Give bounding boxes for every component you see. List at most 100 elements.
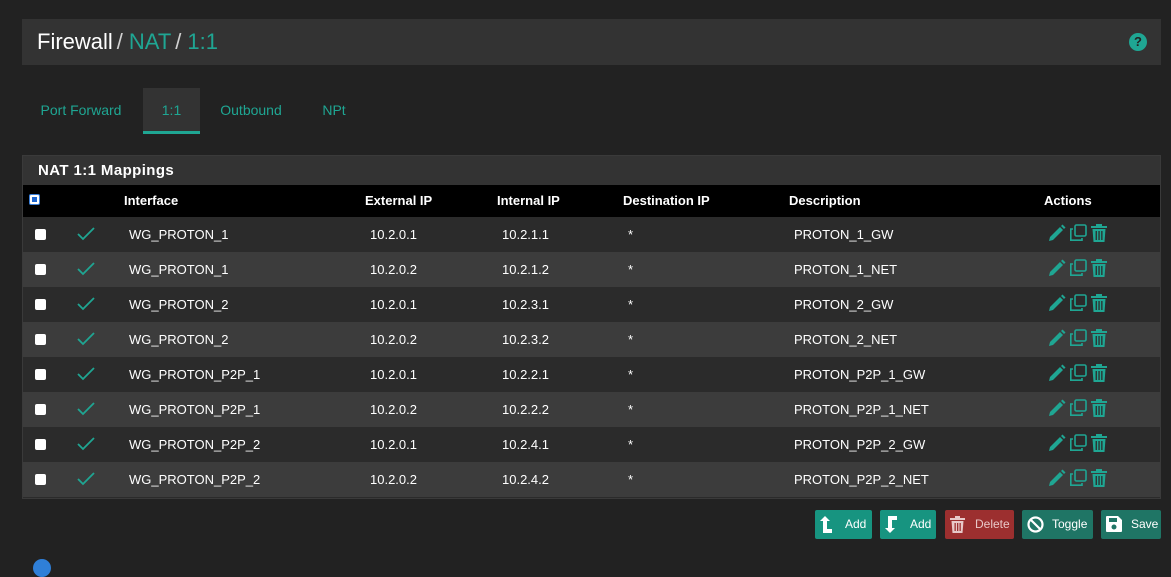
- cell-external-ip: 10.2.0.1: [370, 367, 417, 382]
- delete-trash-icon[interactable]: [1091, 329, 1107, 347]
- delete-label: Delete: [975, 517, 1010, 531]
- copy-icon[interactable]: [1069, 224, 1087, 242]
- save-button[interactable]: Save: [1101, 510, 1161, 539]
- tab-port-forward[interactable]: Port Forward: [34, 88, 128, 134]
- edit-pencil-icon[interactable]: [1048, 224, 1066, 242]
- tab-one-to-one[interactable]: 1:1: [143, 88, 200, 134]
- col-external-ip[interactable]: External IP: [365, 185, 432, 217]
- cell-internal-ip: 10.2.2.1: [502, 367, 549, 382]
- table-row[interactable]: WG_PROTON_P2P_1 10.2.0.1 10.2.2.1 * PROTON_P…: [23, 357, 1160, 392]
- toggle-button[interactable]: Toggle: [1022, 510, 1093, 539]
- cell-external-ip: 10.2.0.2: [370, 402, 417, 417]
- cell-interface: WG_PROTON_1: [129, 227, 229, 242]
- table-row[interactable]: WG_PROTON_P2P_2 10.2.0.1 10.2.4.1 * PROTON_P…: [23, 427, 1160, 462]
- edit-pencil-icon[interactable]: [1048, 294, 1066, 312]
- table-row[interactable]: WG_PROTON_2 10.2.0.1 10.2.3.1 * PROTON_2_GW: [23, 287, 1160, 322]
- table-row[interactable]: WG_PROTON_1 10.2.0.2 10.2.1.2 * PROTON_1_NET: [23, 252, 1160, 287]
- cell-interface: WG_PROTON_P2P_2: [129, 437, 261, 452]
- col-interface[interactable]: Interface: [124, 185, 178, 217]
- cell-destination-ip: *: [628, 437, 634, 452]
- row-checkbox[interactable]: [35, 439, 46, 450]
- cell-destination-ip: *: [628, 332, 634, 347]
- toggle-label: Toggle: [1052, 517, 1088, 531]
- col-destination-ip[interactable]: Destination IP: [623, 185, 710, 217]
- cell-destination-ip: *: [628, 402, 634, 417]
- enabled-check-icon[interactable]: [77, 332, 95, 346]
- edit-pencil-icon[interactable]: [1048, 329, 1066, 347]
- delete-trash-icon[interactable]: [1091, 469, 1107, 487]
- cell-destination-ip: *: [628, 262, 634, 277]
- cell-description: PROTON_1_GW: [794, 227, 894, 242]
- cell-description: PROTON_P2P_1_GW: [794, 367, 926, 382]
- arrow-turn-up-icon: [820, 516, 832, 533]
- cell-interface: WG_PROTON_1: [129, 262, 229, 277]
- row-checkbox[interactable]: [35, 264, 46, 275]
- col-internal-ip[interactable]: Internal IP: [497, 185, 560, 217]
- question-circle-icon[interactable]: ?: [1129, 33, 1147, 51]
- delete-trash-icon[interactable]: [1091, 224, 1107, 242]
- cell-internal-ip: 10.2.1.2: [502, 262, 549, 277]
- cell-internal-ip: 10.2.3.2: [502, 332, 549, 347]
- enabled-check-icon[interactable]: [77, 262, 95, 276]
- cell-external-ip: 10.2.0.1: [370, 297, 417, 312]
- cell-destination-ip: *: [628, 227, 634, 242]
- cell-destination-ip: *: [628, 367, 634, 382]
- table-header: Interface External IP Internal IP Destin…: [23, 185, 1160, 217]
- copy-icon[interactable]: [1069, 259, 1087, 277]
- enabled-check-icon[interactable]: [77, 402, 95, 416]
- cell-internal-ip: 10.2.4.2: [502, 472, 549, 487]
- cell-description: PROTON_2_NET: [794, 332, 898, 347]
- enabled-check-icon[interactable]: [77, 227, 95, 241]
- table-row[interactable]: WG_PROTON_1 10.2.0.1 10.2.1.1 * PROTON_1_GW: [23, 217, 1160, 252]
- edit-pencil-icon[interactable]: [1048, 364, 1066, 382]
- table-row[interactable]: WG_PROTON_P2P_2 10.2.0.2 10.2.4.2 * PROTON_P…: [23, 462, 1160, 497]
- cell-description: PROTON_1_NET: [794, 262, 898, 277]
- tab-npt[interactable]: NPt: [314, 88, 354, 134]
- enabled-check-icon[interactable]: [77, 437, 95, 451]
- breadcrumb-one-to-one[interactable]: 1:1: [187, 29, 218, 54]
- delete-trash-icon[interactable]: [1091, 399, 1107, 417]
- breadcrumb-nat[interactable]: NAT: [129, 29, 171, 54]
- row-checkbox[interactable]: [35, 369, 46, 380]
- table-body: WG_PROTON_1 10.2.0.1 10.2.1.1 * PROTON_1_GW W…: [23, 217, 1160, 497]
- panel-title: NAT 1:1 Mappings: [23, 156, 1160, 185]
- select-all-checkbox[interactable]: [29, 194, 40, 205]
- copy-icon[interactable]: [1069, 294, 1087, 312]
- copy-icon[interactable]: [1069, 329, 1087, 347]
- tab-outbound[interactable]: Outbound: [214, 88, 288, 134]
- cell-external-ip: 10.2.0.1: [370, 437, 417, 452]
- cell-internal-ip: 10.2.2.2: [502, 402, 549, 417]
- edit-pencil-icon[interactable]: [1048, 469, 1066, 487]
- col-description[interactable]: Description: [789, 185, 861, 217]
- enabled-check-icon[interactable]: [77, 472, 95, 486]
- row-checkbox[interactable]: [35, 229, 46, 240]
- add-bottom-button[interactable]: Add: [880, 510, 936, 539]
- copy-icon[interactable]: [1069, 434, 1087, 452]
- row-checkbox[interactable]: [35, 334, 46, 345]
- info-icon[interactable]: [33, 559, 51, 577]
- row-checkbox[interactable]: [35, 299, 46, 310]
- enabled-check-icon[interactable]: [77, 297, 95, 311]
- row-checkbox[interactable]: [35, 474, 46, 485]
- edit-pencil-icon[interactable]: [1048, 434, 1066, 452]
- delete-trash-icon[interactable]: [1091, 294, 1107, 312]
- delete-trash-icon[interactable]: [1091, 364, 1107, 382]
- enabled-check-icon[interactable]: [77, 367, 95, 381]
- delete-button[interactable]: Delete: [945, 510, 1014, 539]
- cell-destination-ip: *: [628, 297, 634, 312]
- cell-interface: WG_PROTON_2: [129, 332, 229, 347]
- copy-icon[interactable]: [1069, 469, 1087, 487]
- table-row[interactable]: WG_PROTON_2 10.2.0.2 10.2.3.2 * PROTON_2_NET: [23, 322, 1160, 357]
- copy-icon[interactable]: [1069, 399, 1087, 417]
- cell-internal-ip: 10.2.1.1: [502, 227, 549, 242]
- cell-internal-ip: 10.2.3.1: [502, 297, 549, 312]
- table-row[interactable]: WG_PROTON_P2P_1 10.2.0.2 10.2.2.2 * PROTON_P…: [23, 392, 1160, 427]
- add-top-button[interactable]: Add: [815, 510, 872, 539]
- copy-icon[interactable]: [1069, 364, 1087, 382]
- delete-trash-icon[interactable]: [1091, 259, 1107, 277]
- edit-pencil-icon[interactable]: [1048, 399, 1066, 417]
- row-checkbox[interactable]: [35, 404, 46, 415]
- edit-pencil-icon[interactable]: [1048, 259, 1066, 277]
- cell-interface: WG_PROTON_2: [129, 297, 229, 312]
- delete-trash-icon[interactable]: [1091, 434, 1107, 452]
